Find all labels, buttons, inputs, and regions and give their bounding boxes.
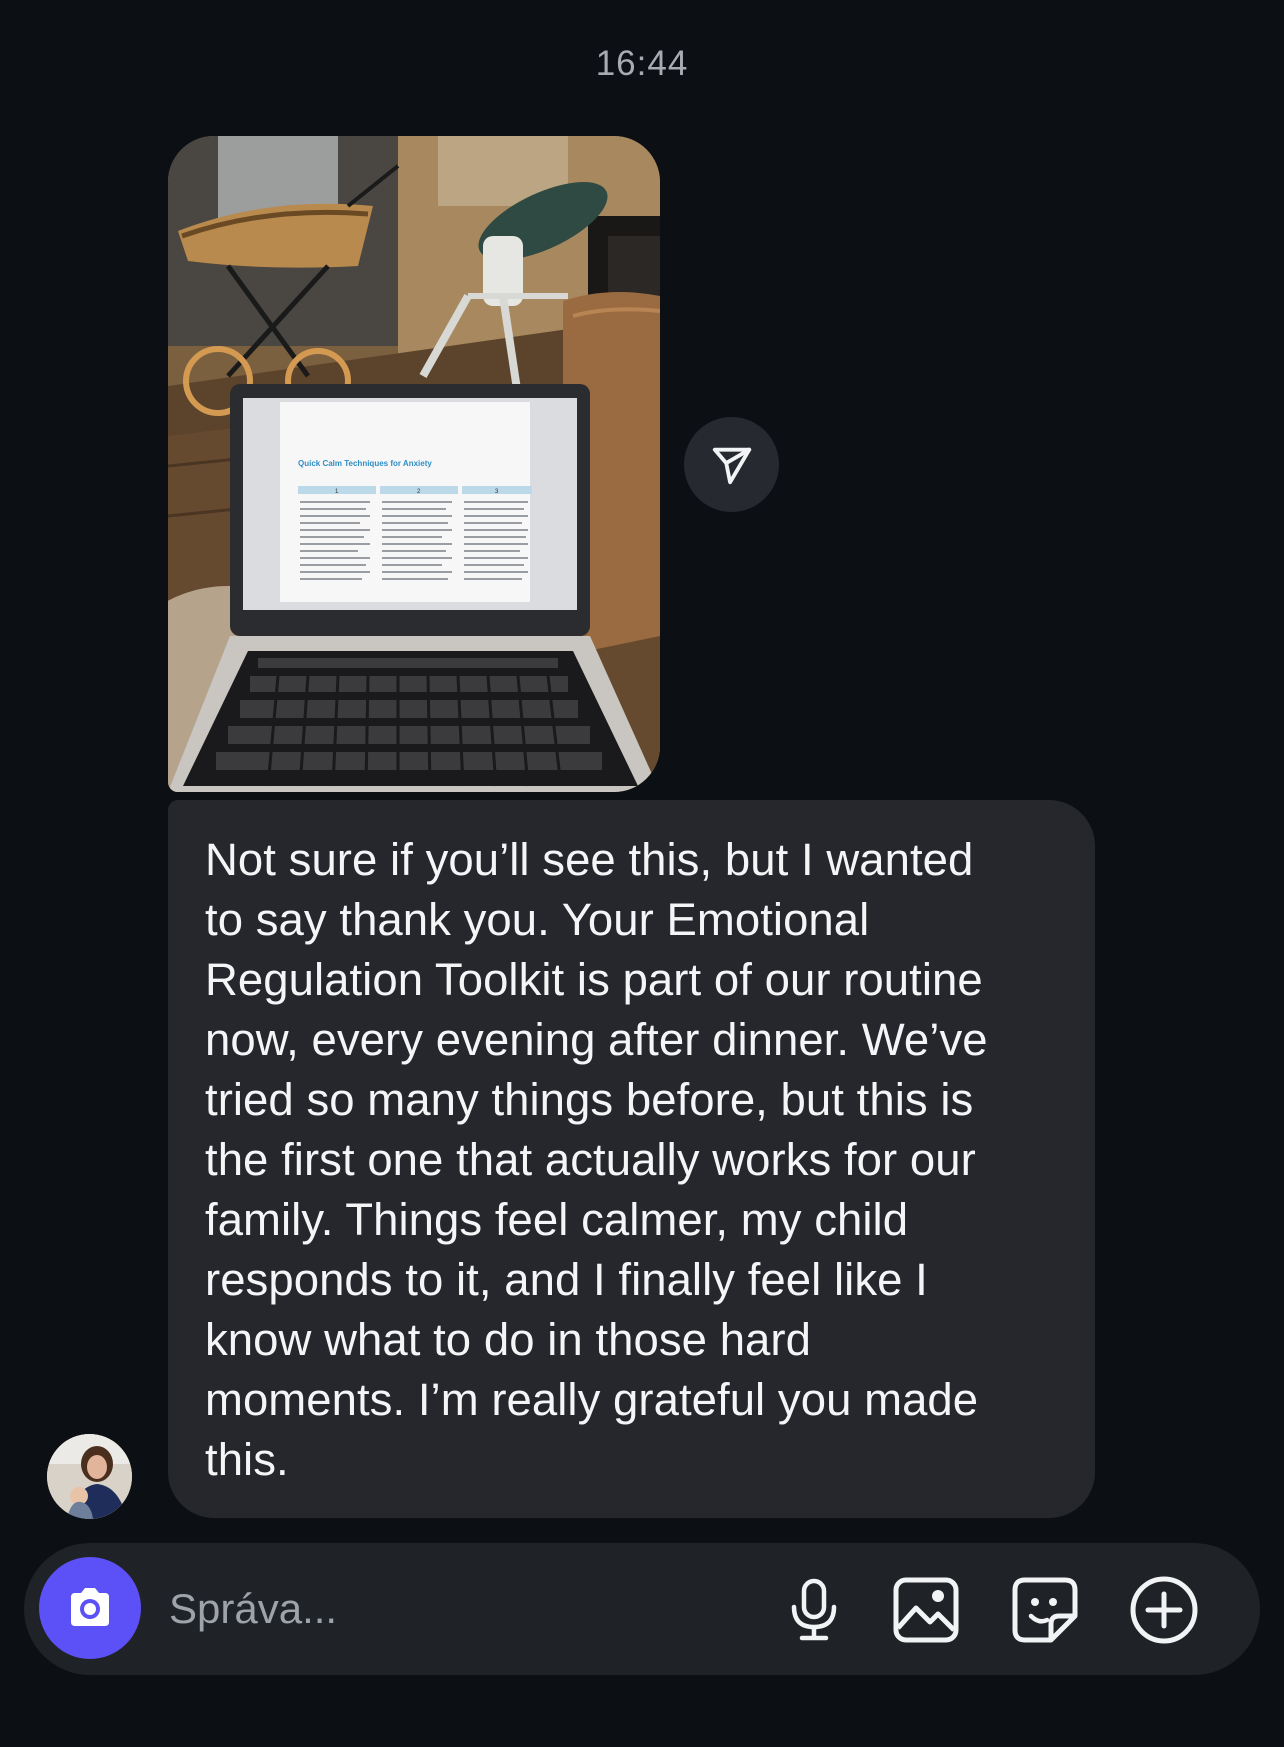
message-line: moments. I’m really grateful you made bbox=[205, 1374, 979, 1425]
microphone-button[interactable] bbox=[778, 1574, 850, 1646]
message-line: Regulation Toolkit is part of our routin… bbox=[205, 954, 983, 1005]
gallery-button[interactable] bbox=[890, 1574, 962, 1646]
sticker-button[interactable] bbox=[1009, 1574, 1081, 1646]
message-line: responds to it, and I finally feel like … bbox=[205, 1254, 928, 1305]
plus-circle-icon bbox=[1130, 1576, 1198, 1644]
message-line: tried so many things before, but this is bbox=[205, 1074, 974, 1125]
message-bubble[interactable]: Not sure if you’ll see this, but I wante… bbox=[168, 800, 1095, 1518]
timestamp: 16:44 bbox=[595, 44, 689, 83]
camera-icon bbox=[71, 1588, 109, 1626]
message-line: family. Things feel calmer, my child bbox=[205, 1194, 909, 1245]
photo-message[interactable]: Quick Calm Techniques for Anxiety 1 2 3 bbox=[168, 136, 660, 792]
message-input[interactable] bbox=[169, 1577, 769, 1641]
message-line: now, every evening after dinner. We’ve bbox=[205, 1014, 988, 1065]
message-line: know what to do in those hard bbox=[205, 1314, 811, 1365]
message-line: Not sure if you’ll see this, but I wante… bbox=[205, 834, 974, 885]
microphone-icon bbox=[791, 1578, 837, 1641]
more-button[interactable] bbox=[1128, 1574, 1200, 1646]
image-icon bbox=[893, 1577, 959, 1643]
message-line: this. bbox=[205, 1434, 289, 1485]
photo-image: Quick Calm Techniques for Anxiety 1 2 3 bbox=[168, 136, 660, 792]
sticker-icon bbox=[1012, 1577, 1078, 1643]
message-line: the first one that actually works for ou… bbox=[205, 1134, 976, 1185]
avatar[interactable] bbox=[47, 1434, 132, 1519]
share-button[interactable] bbox=[684, 417, 779, 512]
message-line: to say thank you. Your Emotional bbox=[205, 894, 870, 945]
paper-plane-icon bbox=[712, 447, 751, 484]
message-composer bbox=[24, 1543, 1260, 1675]
camera-button[interactable] bbox=[39, 1557, 141, 1659]
avatar-photo bbox=[47, 1434, 132, 1519]
screen-document-title: Quick Calm Techniques for Anxiety bbox=[298, 459, 432, 468]
